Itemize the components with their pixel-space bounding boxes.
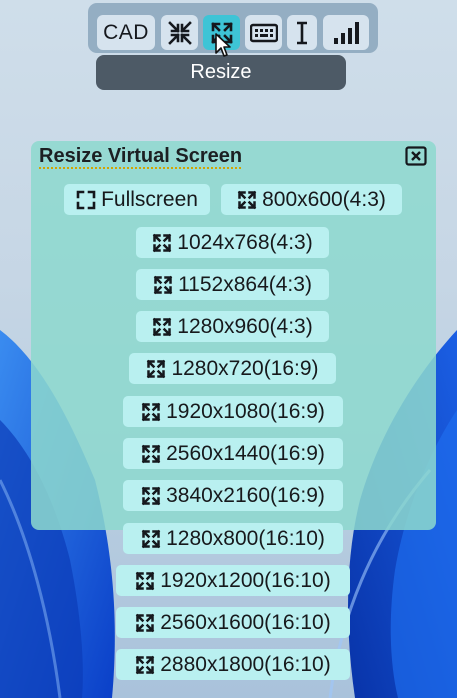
fullscreen-icon [76, 190, 96, 210]
ctrl-alt-del-button[interactable]: CAD [97, 15, 155, 50]
resize-arrows-icon [152, 317, 172, 337]
option-label: 1280x720(16:9) [171, 356, 319, 380]
option-2880x1800[interactable]: 2880x1800(16:10) [116, 649, 350, 680]
option-1280x720[interactable]: 1280x720(16:9) [129, 353, 336, 384]
remote-toolbar: CAD [88, 3, 378, 53]
resize-arrows-icon [141, 486, 161, 506]
option-label: 2560x1440(16:9) [166, 441, 325, 465]
option-label: 1920x1080(16:9) [166, 399, 325, 423]
text-cursor-icon [295, 21, 309, 45]
option-1920x1080[interactable]: 1920x1080(16:9) [123, 396, 343, 427]
option-1152x864[interactable]: 1152x864(4:3) [136, 269, 329, 300]
collapse-arrows-icon [167, 20, 192, 45]
resize-arrows-icon [141, 402, 161, 422]
option-2560x1440[interactable]: 2560x1440(16:9) [123, 438, 343, 469]
exit-fullscreen-button[interactable] [161, 15, 198, 50]
resize-arrows-icon [141, 529, 161, 549]
option-label: 2560x1600(16:10) [160, 610, 331, 634]
option-2560x1600[interactable]: 2560x1600(16:10) [116, 607, 350, 638]
option-label: 1024x768(4:3) [177, 230, 313, 254]
option-label: Fullscreen [101, 187, 198, 211]
close-button[interactable] [405, 146, 427, 166]
option-label: 800x600(4:3) [262, 187, 386, 211]
close-box-icon [405, 146, 427, 170]
keyboard-icon [249, 23, 278, 43]
keyboard-button[interactable] [245, 15, 282, 50]
option-label: 2880x1800(16:10) [160, 652, 331, 676]
resize-arrows-icon [146, 359, 166, 379]
resize-arrows-icon [135, 571, 155, 591]
option-3840x2160[interactable]: 3840x2160(16:9) [123, 480, 343, 511]
resize-arrows-icon [237, 190, 257, 210]
panel-title: Resize Virtual Screen [39, 145, 243, 167]
resize-arrows-icon [152, 233, 172, 253]
option-1280x800[interactable]: 1280x800(16:10) [123, 523, 343, 554]
option-label: 1920x1200(16:10) [160, 568, 331, 592]
option-label: 3840x2160(16:9) [166, 483, 325, 507]
connection-quality-button[interactable] [323, 15, 369, 50]
option-label: 1280x960(4:3) [177, 314, 313, 338]
option-800x600[interactable]: 800x600(4:3) [221, 184, 402, 215]
resize-arrows-icon [135, 613, 155, 633]
option-fullscreen[interactable]: Fullscreen [64, 184, 210, 215]
option-label: 1280x800(16:10) [166, 526, 325, 550]
option-1280x960[interactable]: 1280x960(4:3) [136, 311, 329, 342]
resize-arrows-icon [141, 444, 161, 464]
option-1024x768[interactable]: 1024x768(4:3) [136, 227, 329, 258]
option-1920x1200[interactable]: 1920x1200(16:10) [116, 565, 350, 596]
signal-bars-icon [333, 21, 359, 44]
resize-arrows-icon [135, 655, 155, 675]
resize-arrows-icon [153, 275, 173, 295]
option-label: 1152x864(4:3) [178, 272, 312, 296]
mouse-pointer-icon [214, 33, 232, 64]
tooltip-text: Resize [190, 61, 252, 83]
cad-label: CAD [103, 20, 149, 44]
text-input-button[interactable] [287, 15, 317, 50]
